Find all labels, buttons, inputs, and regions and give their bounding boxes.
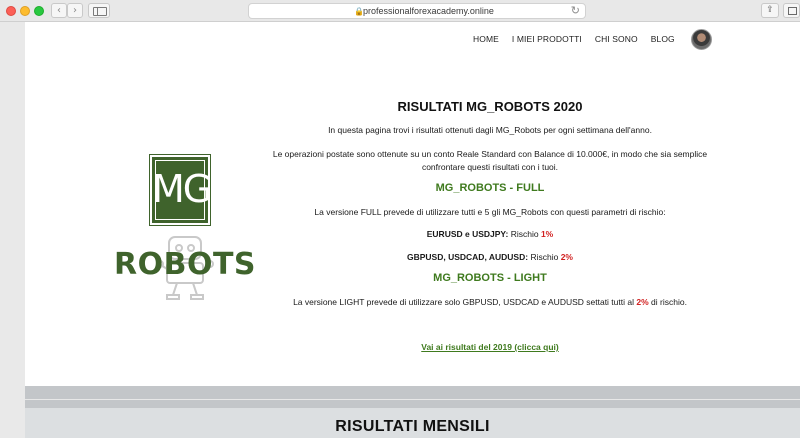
risk1-label: Rischio bbox=[510, 229, 539, 239]
risk1-pairs: EURUSD e USDJPY: bbox=[426, 229, 509, 239]
light-heading: MG_ROBOTS - LIGHT bbox=[433, 272, 547, 284]
close-window-button[interactable] bbox=[6, 6, 16, 16]
risk2-label: Rischio bbox=[530, 252, 559, 262]
back-button[interactable]: ‹ bbox=[51, 3, 67, 18]
share-button[interactable]: ⇪ bbox=[761, 3, 779, 18]
reload-icon[interactable]: ↻ bbox=[571, 4, 580, 17]
logo-wordmark: ROBOTS bbox=[113, 247, 257, 282]
risk1-value: 1% bbox=[540, 229, 554, 239]
section-divider bbox=[25, 386, 800, 408]
mg-robots-logo: MG ROBOTS bbox=[110, 154, 260, 305]
previous-results-link[interactable]: Vai ai risultati del 2019 (clicca qui) bbox=[265, 342, 715, 352]
tab-overview-button[interactable] bbox=[783, 3, 800, 18]
sidebar-toggle-button[interactable] bbox=[88, 3, 110, 18]
forward-button[interactable]: › bbox=[67, 3, 83, 18]
nav-blog-link[interactable]: BLOG bbox=[651, 34, 675, 44]
risk-line-2: GBPUSD, USDCAD, AUDUSD: Rischio 2% bbox=[265, 252, 715, 262]
avatar[interactable] bbox=[691, 29, 712, 50]
full-description: La versione FULL prevede di utilizzare t… bbox=[314, 207, 666, 217]
window-gutter bbox=[0, 22, 25, 438]
light-risk-value: 2% bbox=[636, 297, 649, 307]
mg-logo-mark: MG bbox=[149, 154, 212, 226]
page-title: RISULTATI MG_ROBOTS 2020 bbox=[397, 99, 583, 114]
full-heading: MG_ROBOTS - FULL bbox=[435, 182, 545, 194]
minimize-window-button[interactable] bbox=[20, 6, 30, 16]
conditions-text: Le operazioni postate sono ottenute su u… bbox=[272, 149, 708, 172]
light-description: La versione LIGHT prevede di utilizzare … bbox=[293, 297, 687, 307]
address-bar[interactable]: 🔒 professionalforexacademy.online ↻ bbox=[248, 3, 586, 19]
monthly-results-heading: RISULTATI MENSILI bbox=[335, 418, 490, 435]
nav-products-link[interactable]: I MIEI PRODOTTI bbox=[512, 34, 582, 44]
risk2-pairs: GBPUSD, USDCAD, AUDUSD: bbox=[407, 252, 529, 262]
intro-text: In questa pagina trovi i risultati otten… bbox=[328, 125, 652, 135]
zoom-window-button[interactable] bbox=[34, 6, 44, 16]
site-navigation: HOME I MIEI PRODOTTI CHI SONO BLOG bbox=[473, 34, 675, 44]
nav-home-link[interactable]: HOME bbox=[473, 34, 499, 44]
nav-about-link[interactable]: CHI SONO bbox=[595, 34, 638, 44]
risk2-value: 2% bbox=[560, 252, 573, 262]
url-text: professionalforexacademy.online bbox=[363, 6, 494, 16]
web-page: HOME I MIEI PRODOTTI CHI SONO BLOG MG RO… bbox=[25, 22, 800, 438]
browser-toolbar: ‹ › 🔒 professionalforexacademy.online ↻ … bbox=[0, 0, 800, 22]
risk-line-1: EURUSD e USDJPY: Rischio 1% bbox=[265, 229, 715, 239]
